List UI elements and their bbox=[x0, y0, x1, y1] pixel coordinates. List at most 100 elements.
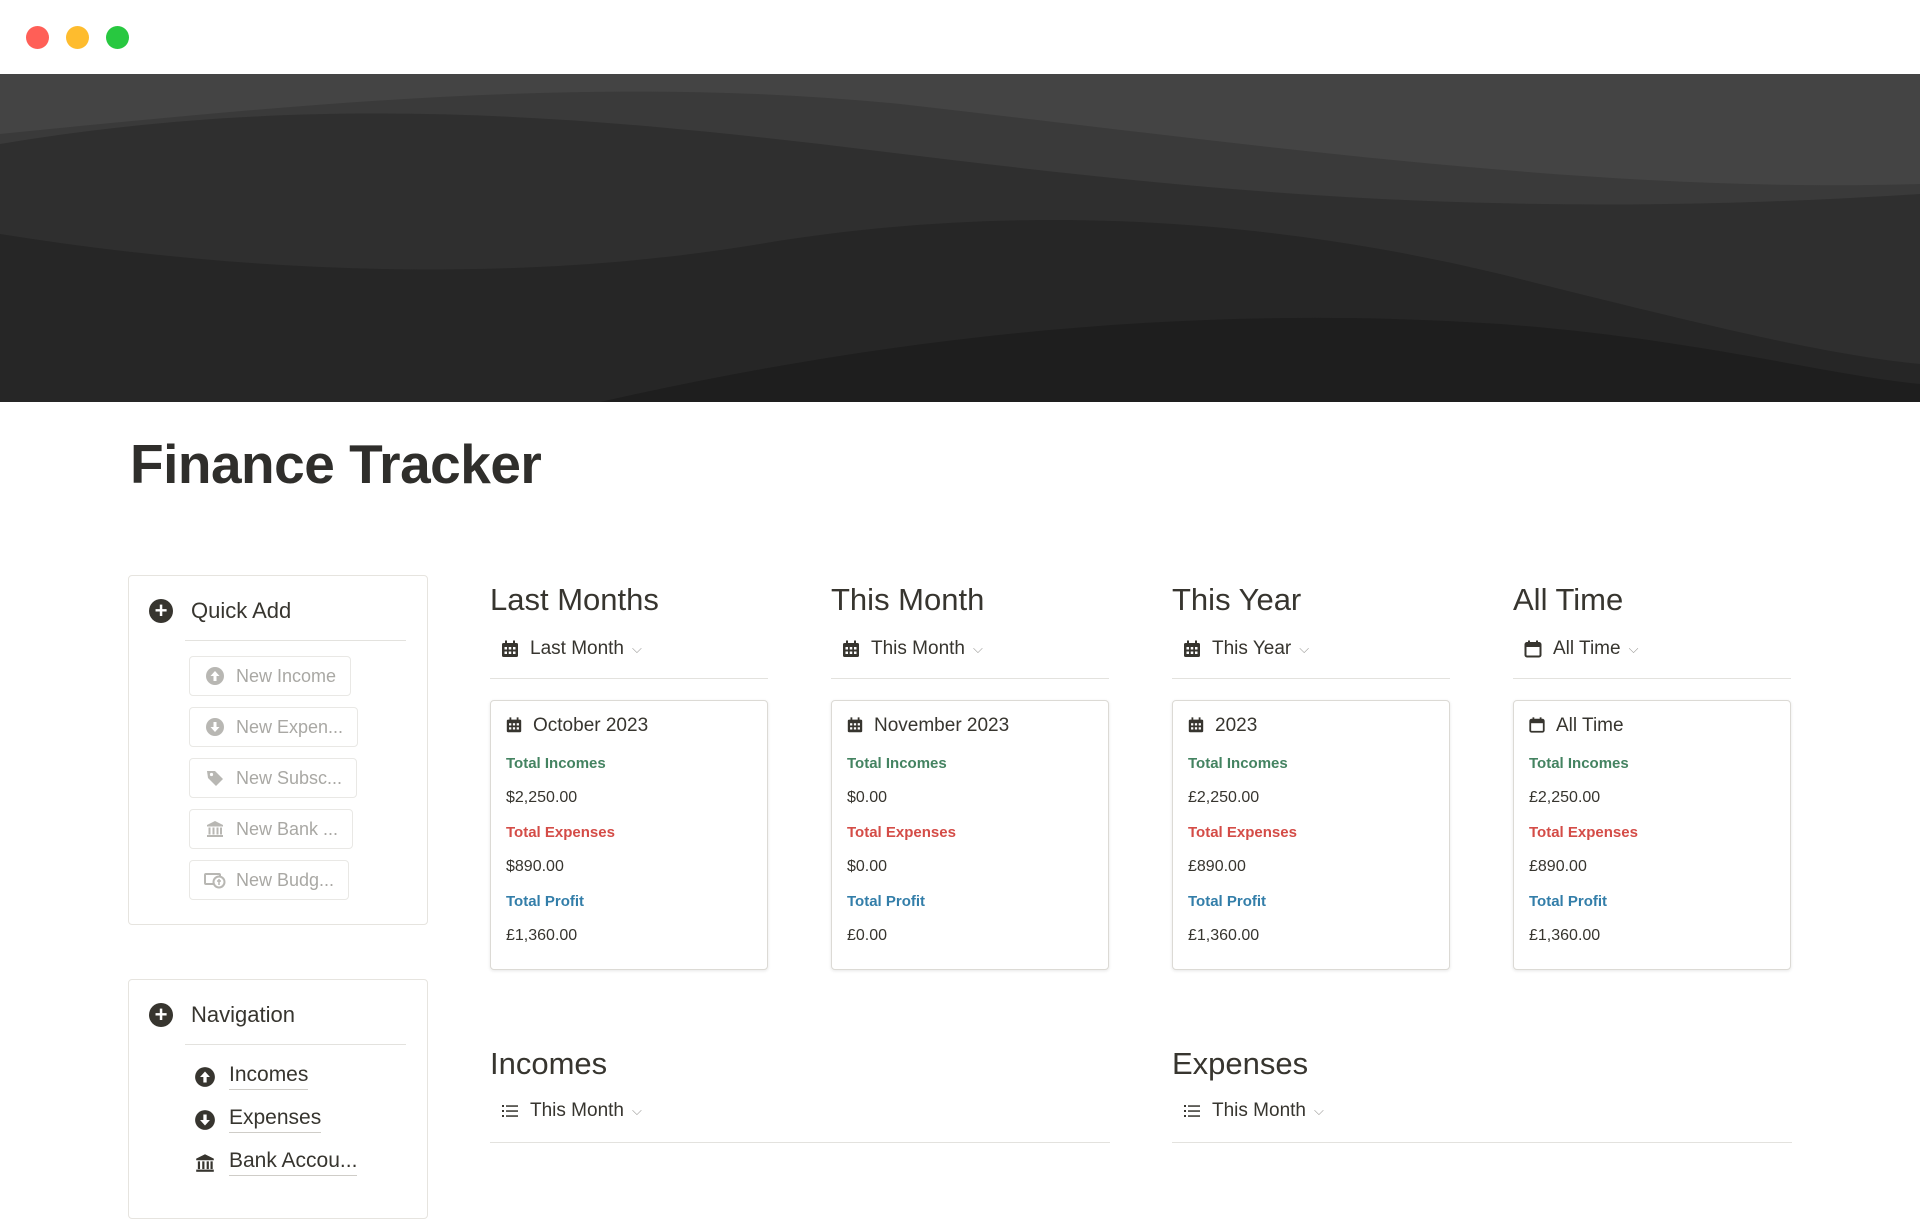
chevron-down-icon: ⌵ bbox=[1313, 1103, 1324, 1118]
quick-add-panel: + Quick Add New Income New Expen... New … bbox=[128, 575, 428, 925]
chevron-down-icon: ⌵ bbox=[1628, 641, 1639, 656]
total-expenses-label: Total Expenses bbox=[1188, 824, 1297, 841]
nav-item-incomes[interactable]: Incomes bbox=[193, 1063, 309, 1090]
total-expenses-value: $0.00 bbox=[847, 858, 888, 875]
list-icon bbox=[500, 1101, 520, 1121]
list-icon bbox=[1182, 1101, 1202, 1121]
new-budget-label: New Budg... bbox=[236, 869, 335, 890]
total-profit-value: £0.00 bbox=[847, 927, 888, 944]
plus-circle-icon: + bbox=[149, 599, 173, 623]
total-incomes-label: Total Incomes bbox=[1188, 755, 1288, 772]
window-zoom-button[interactable] bbox=[106, 26, 129, 49]
card-title-text: November 2023 bbox=[874, 715, 1010, 736]
arrow-down-circle-icon bbox=[193, 1108, 217, 1132]
summary-card[interactable]: 2023 Total Incomes £2,250.00 Total Expen… bbox=[1172, 700, 1450, 970]
tag-icon bbox=[204, 767, 226, 789]
arrow-down-circle-icon bbox=[204, 716, 226, 738]
summary-last-months: Last Months Last Month ⌵ October 2023 To… bbox=[490, 578, 768, 970]
summary-this-month: This Month This Month ⌵ November 2023 To… bbox=[831, 578, 1109, 970]
view-tab-label: This Month bbox=[530, 1100, 624, 1121]
arrow-up-circle-icon bbox=[204, 665, 226, 687]
nav-item-label: Incomes bbox=[229, 1063, 309, 1090]
new-income-label: New Income bbox=[236, 665, 337, 686]
new-bank-account-button[interactable]: New Bank ... bbox=[189, 809, 354, 849]
total-expenses-value: $890.00 bbox=[506, 858, 564, 875]
chevron-down-icon: ⌵ bbox=[632, 641, 642, 656]
view-tab-incomes-this-month[interactable]: This Month ⌵ bbox=[500, 1100, 642, 1122]
total-incomes-value: $0.00 bbox=[847, 789, 888, 806]
calendar-icon bbox=[846, 716, 866, 736]
view-tab-last-month[interactable]: Last Month ⌵ bbox=[500, 638, 642, 660]
card-title-text: October 2023 bbox=[533, 715, 649, 736]
summary-card[interactable]: October 2023 Total Incomes $2,250.00 Tot… bbox=[490, 700, 768, 970]
navigation-title: Navigation bbox=[191, 1002, 295, 1027]
new-income-button[interactable]: New Income bbox=[189, 656, 352, 696]
cover-waves-image bbox=[0, 74, 1920, 402]
view-tab-expenses-this-month[interactable]: This Month ⌵ bbox=[1182, 1100, 1324, 1122]
summary-card[interactable]: November 2023 Total Incomes $0.00 Total … bbox=[831, 700, 1109, 970]
divider bbox=[1172, 1142, 1792, 1143]
card-title: October 2023 bbox=[505, 715, 648, 737]
nav-item-label: Expenses bbox=[229, 1106, 322, 1133]
new-subscription-label: New Subsc... bbox=[236, 767, 343, 788]
window-titlebar bbox=[0, 0, 1920, 74]
calendar-blank-icon bbox=[1523, 639, 1543, 659]
view-tab-this-year[interactable]: This Year ⌵ bbox=[1182, 638, 1309, 660]
divider bbox=[490, 1142, 1110, 1143]
total-profit-value: £1,360.00 bbox=[1188, 927, 1260, 944]
calendar-icon bbox=[1182, 639, 1202, 659]
new-subscription-button[interactable]: New Subsc... bbox=[189, 758, 358, 798]
quick-add-heading[interactable]: + Quick Add bbox=[149, 598, 291, 624]
window-close-button[interactable] bbox=[26, 26, 49, 49]
summary-card[interactable]: All Time Total Incomes £2,250.00 Total E… bbox=[1513, 700, 1791, 970]
divider bbox=[185, 1044, 406, 1045]
new-expense-label: New Expen... bbox=[236, 716, 344, 737]
card-title-text: 2023 bbox=[1215, 715, 1258, 736]
total-incomes-value: £2,250.00 bbox=[1188, 789, 1260, 806]
view-tab-label: This Year bbox=[1212, 638, 1292, 659]
new-budget-button[interactable]: New Budg... bbox=[189, 860, 350, 900]
section-heading: Expenses bbox=[1172, 1046, 1309, 1081]
total-profit-label: Total Profit bbox=[506, 893, 585, 910]
total-profit-label: Total Profit bbox=[1529, 893, 1608, 910]
section-heading: Last Months bbox=[490, 582, 659, 617]
section-heading: All Time bbox=[1513, 582, 1624, 617]
view-tab-this-month[interactable]: This Month ⌵ bbox=[841, 638, 983, 660]
window-minimize-button[interactable] bbox=[66, 26, 89, 49]
view-tab-label: This Month bbox=[1212, 1100, 1306, 1121]
nav-item-label: Bank Accou... bbox=[229, 1149, 358, 1176]
navigation-panel: + Navigation Incomes Expenses Bank Accou… bbox=[128, 979, 428, 1219]
page-cover bbox=[0, 74, 1920, 402]
card-title: All Time bbox=[1528, 715, 1624, 737]
chevron-down-icon: ⌵ bbox=[972, 641, 983, 656]
divider bbox=[1513, 678, 1791, 679]
chevron-down-icon: ⌵ bbox=[1299, 641, 1310, 656]
total-expenses-label: Total Expenses bbox=[506, 824, 615, 841]
money-icon bbox=[204, 869, 226, 891]
calendar-icon bbox=[505, 716, 525, 736]
calendar-icon bbox=[1187, 716, 1207, 736]
quick-add-title: Quick Add bbox=[191, 598, 292, 623]
calendar-icon bbox=[841, 639, 861, 659]
divider bbox=[1172, 678, 1450, 679]
incomes-section: Incomes This Month ⌵ bbox=[490, 1042, 1110, 1143]
divider bbox=[831, 678, 1109, 679]
bank-icon bbox=[204, 818, 226, 840]
card-title-text: All Time bbox=[1556, 715, 1624, 736]
chevron-down-icon: ⌵ bbox=[631, 1103, 642, 1118]
nav-item-expenses[interactable]: Expenses bbox=[193, 1106, 322, 1133]
view-tab-all-time[interactable]: All Time ⌵ bbox=[1523, 638, 1638, 660]
total-incomes-label: Total Incomes bbox=[1529, 755, 1629, 772]
card-title: 2023 bbox=[1187, 715, 1257, 737]
card-title: November 2023 bbox=[846, 715, 1009, 737]
total-profit-label: Total Profit bbox=[847, 893, 926, 910]
expenses-section: Expenses This Month ⌵ bbox=[1172, 1042, 1792, 1143]
view-tab-label: This Month bbox=[871, 638, 965, 659]
summary-this-year: This Year This Year ⌵ 2023 Total Incomes… bbox=[1172, 578, 1450, 970]
navigation-heading[interactable]: + Navigation bbox=[149, 1002, 295, 1028]
total-expenses-label: Total Expenses bbox=[1529, 824, 1638, 841]
section-heading: This Year bbox=[1172, 582, 1302, 617]
nav-item-bank-accounts[interactable]: Bank Accou... bbox=[193, 1149, 358, 1176]
section-heading: Incomes bbox=[490, 1046, 608, 1081]
new-expense-button[interactable]: New Expen... bbox=[189, 707, 359, 747]
